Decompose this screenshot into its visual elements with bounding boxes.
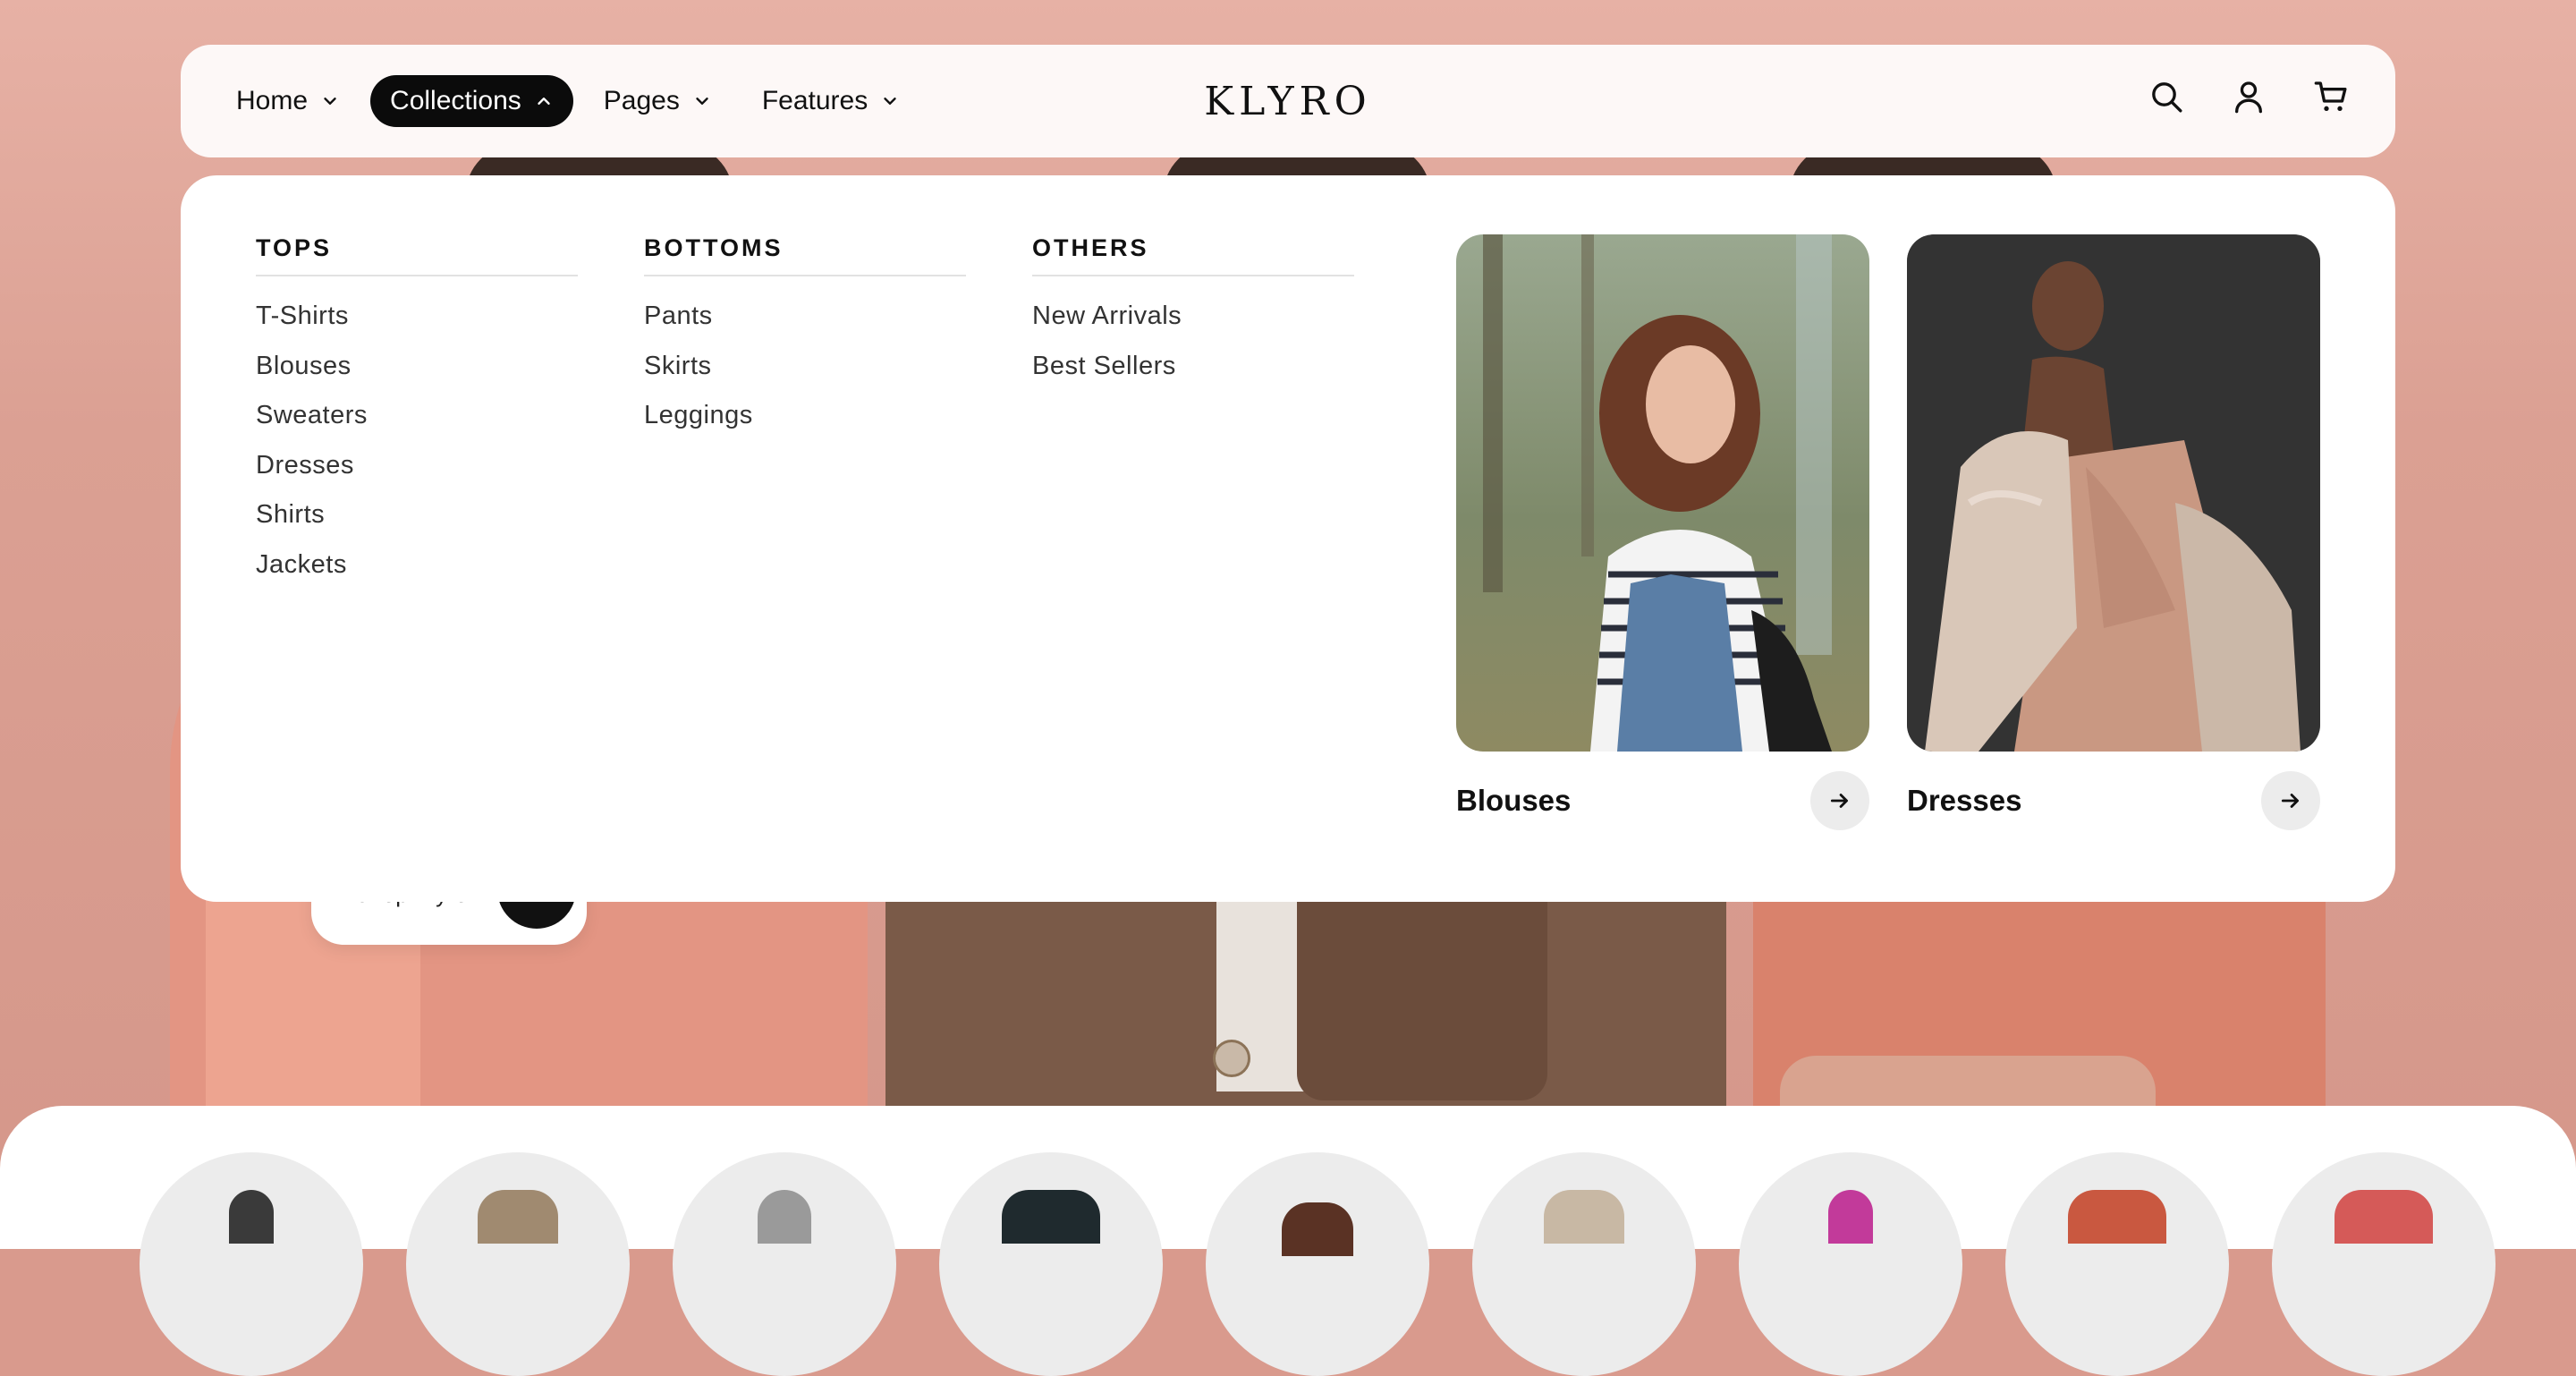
chevron-down-icon [324, 98, 336, 105]
promo-card-blouses[interactable]: Blouses [1456, 234, 1869, 830]
menu-link-sweaters[interactable]: Sweaters [256, 401, 578, 451]
nav-item-label: Features [761, 86, 869, 115]
jacket-thumbnail [478, 1190, 558, 1244]
menu-link-leggings[interactable]: Leggings [644, 401, 966, 451]
menu-link-skirts[interactable]: Skirts [644, 352, 966, 402]
blouses-photo[interactable] [1456, 234, 1869, 752]
category-circle[interactable] [673, 1152, 896, 1376]
header-actions [2147, 77, 2351, 116]
category-circle[interactable] [2005, 1152, 2229, 1376]
category-circle[interactable] [406, 1152, 630, 1376]
category-circle[interactable] [939, 1152, 1163, 1376]
card-caption: Dresses [1907, 784, 2022, 817]
category-circle[interactable] [140, 1152, 363, 1376]
menu-column-others: OTHERS New Arrivals Best Sellers [1032, 234, 1354, 401]
dresses-photo[interactable] [1907, 234, 2320, 752]
menu-link-new-arrivals[interactable]: New Arrivals [1032, 302, 1354, 352]
nav-item-label: Collections [390, 86, 521, 115]
menu-link-tshirts[interactable]: T-Shirts [256, 302, 578, 352]
column-title: OTHERS [1032, 234, 1354, 276]
account-icon[interactable] [2229, 77, 2268, 116]
category-circle[interactable] [1739, 1152, 1962, 1376]
nav-item-label: Pages [603, 86, 680, 115]
brand-logo[interactable]: KLYRO [1204, 79, 1372, 124]
nav-item-features[interactable]: Features [742, 75, 919, 127]
chevron-down-icon [884, 98, 896, 105]
sweater-thumbnail [1544, 1190, 1624, 1244]
search-icon[interactable] [2147, 77, 2186, 116]
menu-link-best-sellers[interactable]: Best Sellers [1032, 352, 1354, 402]
arrow-right-icon[interactable] [2261, 771, 2320, 830]
nav-item-collections[interactable]: Collections [370, 75, 573, 127]
column-title: TOPS [256, 234, 578, 276]
shirt-thumbnail [2068, 1190, 2166, 1244]
coat-button [1213, 1040, 1250, 1077]
menu-link-jackets[interactable]: Jackets [256, 550, 578, 600]
card-caption: Blouses [1456, 784, 1572, 817]
skirt-thumbnail [758, 1190, 811, 1244]
cart-icon[interactable] [2311, 77, 2351, 116]
pants-thumbnail [1282, 1202, 1353, 1256]
menu-link-shirts[interactable]: Shirts [256, 500, 578, 550]
nav-item-pages[interactable]: Pages [584, 75, 732, 127]
menu-column-bottoms: BOTTOMS Pants Skirts Leggings [644, 234, 966, 451]
collections-mega-menu: TOPS T-Shirts Blouses Sweaters Dresses S… [181, 175, 2395, 902]
site-header: Home Collections Pages Features KLYRO [181, 45, 2395, 157]
category-circle[interactable] [1206, 1152, 1429, 1376]
promo-card-dresses[interactable]: Dresses [1907, 234, 2320, 830]
leggings-thumbnail [1828, 1190, 1873, 1244]
menu-column-tops: TOPS T-Shirts Blouses Sweaters Dresses S… [256, 234, 578, 599]
category-circle[interactable] [1472, 1152, 1696, 1376]
chevron-up-icon [538, 98, 550, 105]
main-nav: Home Collections Pages Features [216, 75, 919, 127]
menu-link-blouses[interactable]: Blouses [256, 352, 578, 402]
menu-link-dresses[interactable]: Dresses [256, 451, 578, 501]
arrow-right-icon[interactable] [1810, 771, 1869, 830]
tshirt-thumbnail [2334, 1190, 2433, 1244]
column-title: BOTTOMS [644, 234, 966, 276]
menu-link-pants[interactable]: Pants [644, 302, 966, 352]
chevron-down-icon [696, 98, 708, 105]
cardigan-thumbnail [1002, 1190, 1100, 1244]
nav-item-home[interactable]: Home [216, 75, 360, 127]
swimsuit-thumbnail [229, 1190, 274, 1244]
category-circle[interactable] [2272, 1152, 2496, 1376]
nav-item-label: Home [236, 86, 309, 115]
